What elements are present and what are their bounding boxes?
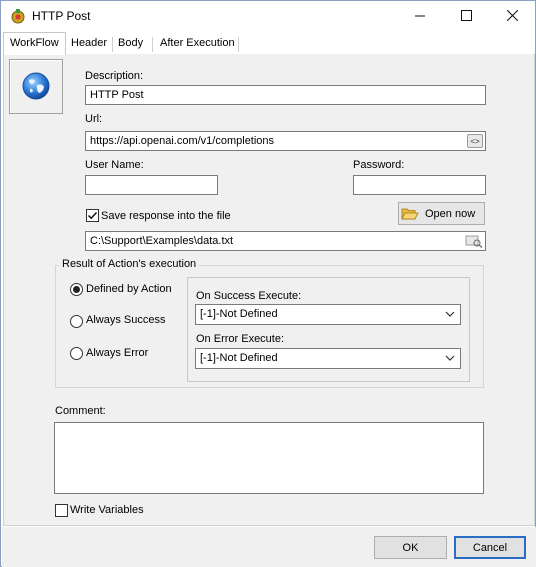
file-path-field[interactable]: C:\Support\Examples\data.txt (85, 231, 486, 251)
write-variables-label: Write Variables (70, 504, 144, 516)
radio-always-success-label: Always Success (86, 314, 166, 326)
dialog-window: HTTP Post WorkFlow Header Body After Exe… (0, 0, 536, 567)
on-success-select[interactable]: [-1]-Not Defined (195, 304, 461, 325)
open-now-label: Open now (425, 207, 476, 220)
title-bar[interactable]: HTTP Post (1, 1, 535, 31)
folder-open-icon (401, 207, 419, 221)
on-error-select[interactable]: [-1]-Not Defined (195, 348, 461, 369)
tab-header[interactable]: Header (65, 34, 113, 54)
username-label: User Name: (85, 159, 144, 171)
radio-defined-by-action-label: Defined by Action (86, 283, 172, 295)
url-field[interactable]: https://api.openai.com/v1/completions (85, 131, 486, 151)
close-icon (506, 8, 518, 24)
password-field[interactable] (353, 175, 486, 195)
gear-app-icon (10, 8, 26, 24)
username-field[interactable] (85, 175, 218, 195)
radio-defined-by-action[interactable] (70, 283, 83, 296)
url-label: Url: (85, 113, 103, 125)
on-error-value: [-1]-Not Defined (200, 352, 278, 364)
tab-after-execution[interactable]: After Execution (154, 34, 241, 54)
chevron-down-icon (445, 308, 455, 320)
tab-body[interactable]: Body (112, 34, 149, 54)
comment-textarea[interactable] (54, 422, 484, 494)
cancel-button[interactable]: Cancel (454, 536, 526, 559)
globe-icon (21, 71, 51, 104)
comment-label: Comment: (55, 405, 106, 417)
url-edit-button[interactable]: <> (467, 134, 483, 148)
window-title: HTTP Post (32, 9, 91, 23)
maximize-button[interactable] (443, 1, 489, 31)
on-success-label: On Success Execute: (196, 290, 302, 302)
minimize-icon (414, 8, 426, 24)
minimize-button[interactable] (397, 1, 443, 31)
ok-button[interactable]: OK (374, 536, 447, 559)
tab-divider (152, 37, 153, 52)
save-response-checkbox[interactable] (86, 209, 99, 222)
radio-always-error-label: Always Error (86, 347, 149, 359)
close-button[interactable] (489, 1, 535, 31)
radio-always-error[interactable] (70, 347, 83, 360)
chevron-down-icon (445, 352, 455, 364)
description-label: Description: (85, 70, 144, 82)
browse-icon (465, 235, 483, 251)
file-browse-button[interactable] (465, 234, 483, 248)
password-label: Password: (353, 159, 405, 171)
write-variables-checkbox[interactable] (55, 504, 68, 517)
on-error-label: On Error Execute: (196, 333, 285, 345)
code-brackets-icon: <> (470, 136, 480, 146)
tab-workflow[interactable]: WorkFlow (3, 32, 66, 55)
radio-always-success[interactable] (70, 315, 83, 328)
description-field[interactable]: HTTP Post (85, 85, 486, 105)
result-group-title: Result of Action's execution (59, 258, 200, 270)
save-response-label: Save response into the file (101, 210, 231, 222)
maximize-icon (460, 8, 472, 24)
tab-divider (238, 37, 239, 52)
action-icon-box (9, 59, 63, 114)
on-success-value: [-1]-Not Defined (200, 308, 278, 320)
open-now-button[interactable]: Open now (398, 202, 485, 225)
